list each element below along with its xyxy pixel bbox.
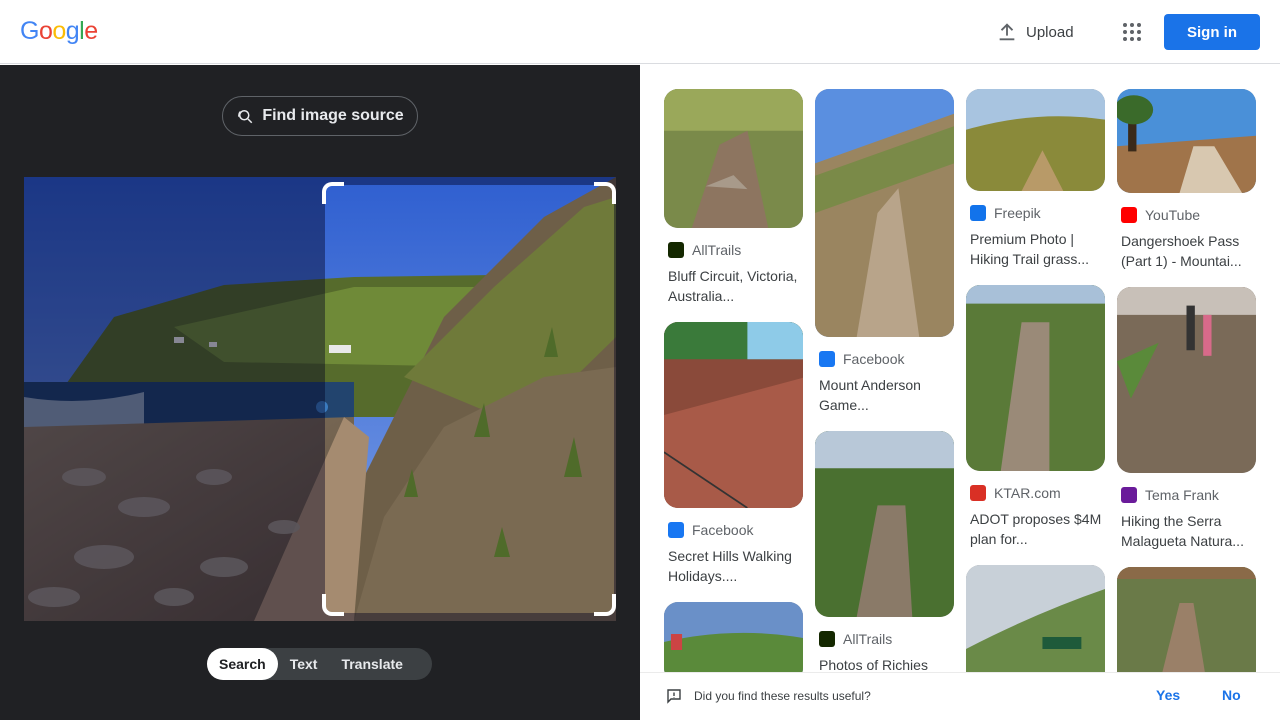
find-image-source-button[interactable]: Find image source <box>222 96 418 136</box>
result-card[interactable]: Facebook Mount Anderson Game... <box>815 89 954 415</box>
result-thumbnail[interactable] <box>664 602 803 672</box>
result-source[interactable]: Facebook <box>664 520 803 540</box>
result-title[interactable]: Mount Anderson Game... <box>815 375 954 415</box>
result-source[interactable]: Facebook <box>815 349 954 369</box>
result-title[interactable]: Bluff Circuit, Victoria, Australia... <box>664 266 803 306</box>
mode-tab-search[interactable]: Search <box>207 648 278 680</box>
result-card[interactable]: YouTube Dangershoek Pass (Part 1) - Mount… <box>1117 89 1256 271</box>
logo-letter: e <box>84 17 98 45</box>
ktar-icon <box>970 485 986 501</box>
crop-handle-top-left[interactable] <box>322 182 344 204</box>
mode-tab-translate[interactable]: Translate <box>329 648 414 680</box>
result-title[interactable]: Premium Photo | Hiking Trail grass... <box>966 229 1105 269</box>
feedback-icon <box>667 689 681 704</box>
crop-selection[interactable] <box>325 185 614 613</box>
upload-button[interactable]: Upload <box>986 14 1084 50</box>
result-source-name: KTAR.com <box>994 485 1061 501</box>
result-card[interactable] <box>966 565 1105 672</box>
query-image[interactable] <box>24 177 616 621</box>
result-title[interactable]: ADOT proposes $4M plan for... <box>966 509 1105 549</box>
results-column: AllTrails Bluff Circuit, Victoria, Austra… <box>664 89 803 672</box>
visual-matches: AllTrails Bluff Circuit, Victoria, Austra… <box>640 65 1280 672</box>
result-thumbnail[interactable] <box>1117 567 1256 672</box>
result-source-name: AllTrails <box>843 631 893 647</box>
tema-frank-icon <box>1121 487 1137 503</box>
facebook-icon <box>668 522 684 538</box>
result-thumbnail[interactable] <box>664 322 803 508</box>
crop-handle-top-right[interactable] <box>594 182 616 204</box>
apps-grid-icon[interactable] <box>1116 16 1148 48</box>
sign-in-button[interactable]: Sign in <box>1164 14 1260 50</box>
result-title[interactable]: Secret Hills Walking Holidays.... <box>664 546 803 586</box>
result-card[interactable] <box>664 602 803 672</box>
result-title[interactable]: Hiking the Serra Malagueta Natura... <box>1117 511 1256 551</box>
crop-handle-bottom-right[interactable] <box>594 594 616 616</box>
feedback-bar: Did you find these results useful? Yes N… <box>640 672 1280 720</box>
result-card[interactable]: AllTrails Photos of Richies <box>815 431 954 672</box>
result-source-name: Facebook <box>692 522 754 538</box>
alltrails-icon <box>819 631 835 647</box>
result-thumbnail[interactable] <box>1117 89 1256 193</box>
top-bar: Google Upload Sign in <box>0 0 1280 64</box>
results-column: Facebook Mount Anderson Game... AllTrails P… <box>815 89 954 672</box>
logo-letter: o <box>38 17 53 45</box>
result-thumbnail[interactable] <box>966 285 1105 471</box>
logo-letter: g <box>65 17 80 45</box>
result-source-name: Freepik <box>994 205 1041 221</box>
result-thumbnail[interactable] <box>815 89 954 337</box>
result-card[interactable]: KTAR.com ADOT proposes $4M plan for... <box>966 285 1105 549</box>
result-thumbnail[interactable] <box>1117 287 1256 473</box>
mode-tab-text[interactable]: Text <box>278 648 330 680</box>
alltrails-icon <box>668 242 684 258</box>
facebook-icon <box>819 351 835 367</box>
result-source[interactable]: Freepik <box>966 203 1105 223</box>
lens-image-pane: Find image source Search Text Translate <box>0 65 640 720</box>
results-column: YouTube Dangershoek Pass (Part 1) - Mount… <box>1117 89 1256 672</box>
crop-handle-bottom-left[interactable] <box>322 594 344 616</box>
results-column: Freepik Premium Photo | Hiking Trail gras… <box>966 89 1105 672</box>
youtube-icon <box>1121 207 1137 223</box>
logo-letter: G <box>20 17 39 45</box>
result-thumbnail[interactable] <box>966 89 1105 191</box>
result-source[interactable]: AllTrails <box>815 629 954 649</box>
result-source[interactable]: YouTube <box>1117 205 1256 225</box>
result-card[interactable]: Facebook Secret Hills Walking Holidays...… <box>664 322 803 586</box>
result-source-name: AllTrails <box>692 242 742 258</box>
result-source-name: YouTube <box>1145 207 1201 223</box>
upload-icon <box>999 23 1015 41</box>
feedback-yes-button[interactable]: Yes <box>1156 687 1180 703</box>
result-card[interactable]: AllTrails Bluff Circuit, Victoria, Austra… <box>664 89 803 306</box>
feedback-no-button[interactable]: No <box>1222 687 1241 703</box>
result-card[interactable]: Freepik Premium Photo | Hiking Trail gras… <box>966 89 1105 269</box>
google-logo[interactable]: Google <box>20 17 98 46</box>
result-source[interactable]: Tema Frank <box>1117 485 1256 505</box>
feedback-question: Did you find these results useful? <box>694 689 871 703</box>
result-source[interactable]: AllTrails <box>664 240 803 260</box>
upload-label: Upload <box>1026 23 1074 41</box>
result-thumbnail[interactable] <box>664 89 803 228</box>
result-title[interactable]: Dangershoek Pass (Part 1) - Mountai... <box>1117 231 1256 271</box>
lens-mode-tabs: Search Text Translate <box>207 648 432 680</box>
logo-letter: o <box>52 17 66 45</box>
image-search-icon <box>238 110 253 124</box>
find-image-source-label: Find image source <box>262 107 404 124</box>
result-card[interactable] <box>1117 567 1256 672</box>
result-title[interactable]: Photos of Richies <box>815 655 954 672</box>
result-source-name: Tema Frank <box>1145 487 1219 503</box>
result-card[interactable]: Tema Frank Hiking the Serra Malagueta Nat… <box>1117 287 1256 551</box>
result-thumbnail[interactable] <box>966 565 1105 672</box>
result-thumbnail[interactable] <box>815 431 954 617</box>
result-source-name: Facebook <box>843 351 905 367</box>
freepik-icon <box>970 205 986 221</box>
result-source[interactable]: KTAR.com <box>966 483 1105 503</box>
